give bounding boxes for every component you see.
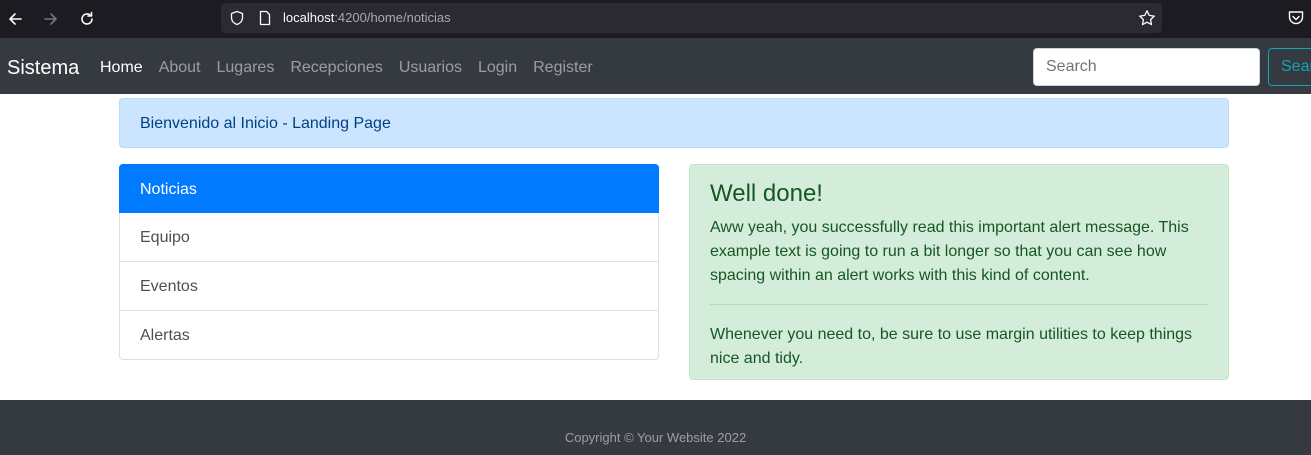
- main-navbar: Sistema Home About Lugares Recepciones U…: [0, 38, 1311, 94]
- page-footer: Copyright © Your Website 2022: [0, 400, 1311, 455]
- back-arrow-icon[interactable]: [3, 7, 27, 31]
- nav-link-login[interactable]: Login: [478, 57, 517, 78]
- nav-link-recepciones[interactable]: Recepciones: [290, 57, 383, 78]
- success-alert: Well done! Aww yeah, you successfully re…: [689, 164, 1229, 380]
- browser-toolbar: localhost:4200/home/noticias: [0, 0, 1311, 38]
- alert-heading: Well done!: [710, 180, 823, 207]
- pocket-icon[interactable]: [1287, 9, 1305, 27]
- search-button[interactable]: Search: [1268, 48, 1311, 86]
- search-input[interactable]: [1033, 48, 1260, 86]
- nav-link-lugares[interactable]: Lugares: [217, 57, 275, 78]
- list-item-alertas[interactable]: Alertas: [119, 311, 659, 360]
- nav-link-register[interactable]: Register: [533, 57, 593, 78]
- url-text[interactable]: localhost:4200/home/noticias: [283, 10, 451, 26]
- reload-icon[interactable]: [75, 7, 99, 31]
- alert-body: Aww yeah, you successfully read this imp…: [710, 219, 1189, 284]
- news-list-group: Noticias Equipo Eventos Alertas: [119, 164, 659, 360]
- forward-arrow-icon[interactable]: [39, 7, 63, 31]
- address-bar[interactable]: localhost:4200/home/noticias: [221, 3, 1162, 33]
- alert-divider: [710, 304, 1208, 305]
- navbar-brand[interactable]: Sistema: [7, 56, 79, 80]
- list-item-noticias[interactable]: Noticias: [119, 164, 659, 213]
- star-icon[interactable]: [1138, 9, 1156, 27]
- nav-links: Home About Lugares Recepciones Usuarios …: [100, 57, 609, 78]
- alert-footer-text: Whenever you need to, be sure to use mar…: [710, 326, 1193, 367]
- copyright-text: Copyright © Your Website 2022: [564, 430, 747, 445]
- welcome-alert: Bienvenido al Inicio - Landing Page: [119, 98, 1229, 148]
- list-item-eventos[interactable]: Eventos: [119, 262, 659, 311]
- nav-link-usuarios[interactable]: Usuarios: [399, 57, 462, 78]
- list-item-equipo[interactable]: Equipo: [119, 213, 659, 262]
- nav-link-home[interactable]: Home: [100, 57, 143, 78]
- page-icon: [259, 10, 271, 26]
- shield-icon[interactable]: [229, 10, 245, 26]
- nav-link-about[interactable]: About: [159, 57, 201, 78]
